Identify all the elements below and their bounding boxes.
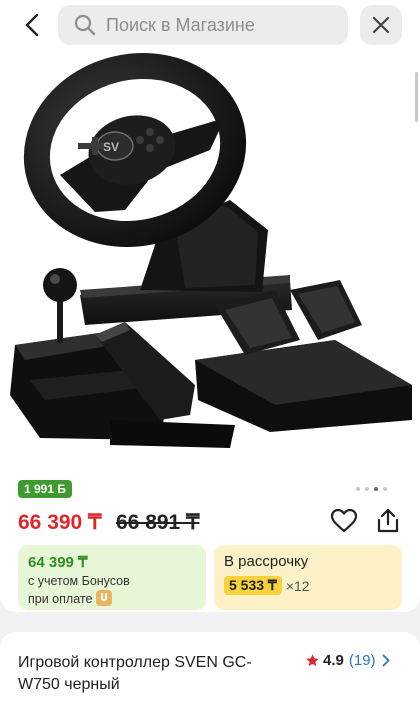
price-section: 1 991 Б 66 390 ₸ 66 891 ₸ 64 399 ₸ с уче…: [0, 462, 420, 612]
rating-link[interactable]: 4.9 (19): [305, 652, 390, 669]
chevron-right-icon: [382, 654, 389, 667]
search-icon: [74, 14, 96, 36]
bonus-price-note-1: с учетом Бонусов: [28, 574, 130, 588]
bonus-price-amount: 64 399 ₸: [28, 554, 88, 571]
installment-row: 5 533 ₸ ×12: [224, 576, 392, 595]
share-icon[interactable]: [374, 507, 402, 535]
back-button[interactable]: [16, 10, 48, 40]
reviews-count: (19): [348, 652, 376, 669]
bonus-price-note-line: при оплате: [28, 590, 196, 608]
installment-title: В рассрочку: [224, 553, 309, 570]
gallery-dot[interactable]: [383, 487, 387, 491]
back-arrow-icon: [25, 13, 39, 37]
svg-text:SV: SV: [103, 140, 119, 154]
bonus-price-card[interactable]: 64 399 ₸ с учетом Бонусов при оплате: [18, 545, 206, 610]
close-icon: [372, 16, 390, 34]
bonus-badge: 1 991 Б: [18, 480, 72, 498]
installment-amount: 5 533 ₸: [224, 576, 282, 595]
product-info-card: Игровой контроллер SVEN GC-W750 черный 4…: [0, 632, 420, 712]
close-button[interactable]: [360, 5, 402, 45]
search-input[interactable]: [106, 14, 336, 36]
installment-multiplier: ×12: [285, 577, 310, 594]
gallery-dot-active[interactable]: [374, 487, 378, 491]
gallery-pagination[interactable]: [356, 487, 387, 491]
current-price: 66 390 ₸: [18, 511, 102, 534]
gallery-dot[interactable]: [356, 487, 360, 491]
bonus-price-note-2: при оплате: [28, 592, 93, 606]
heart-icon[interactable]: [330, 507, 358, 535]
bonus-coin-icon: [96, 590, 113, 606]
product-title: Игровой контроллер SVEN GC-W750 черный: [18, 654, 252, 693]
installment-card[interactable]: В рассрочку 5 533 ₸ ×12: [214, 545, 402, 610]
rating-value: 4.9: [323, 652, 344, 669]
product-image[interactable]: SV: [0, 50, 420, 462]
gallery-dot[interactable]: [365, 487, 369, 491]
search-field[interactable]: [58, 5, 348, 45]
product-gallery-section: SV: [0, 0, 420, 462]
top-bar: [0, 0, 420, 50]
old-price: 66 891 ₸: [116, 511, 200, 534]
star-icon: [306, 654, 319, 667]
